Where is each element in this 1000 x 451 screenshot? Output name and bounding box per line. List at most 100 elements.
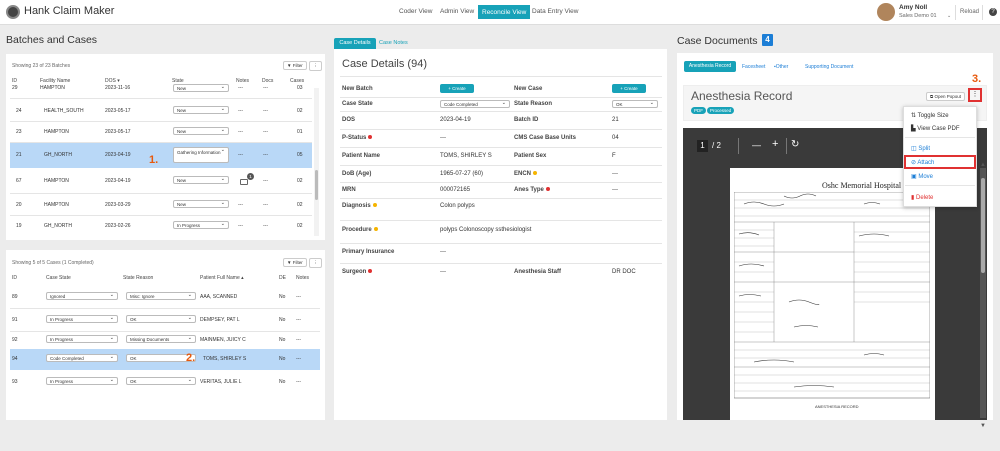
zoom-in-button[interactable]: + bbox=[772, 138, 778, 150]
menu-item-move[interactable]: ▣ Move bbox=[911, 173, 933, 180]
table-row[interactable]: 67 HAMPTON 2023-04-19 New 1 --- 02 bbox=[10, 169, 312, 193]
create-batch-button[interactable]: + Create bbox=[440, 84, 474, 93]
col-header-case-state[interactable]: Case State bbox=[46, 275, 71, 281]
tab-supporting-document[interactable]: Supporting Document bbox=[805, 64, 853, 70]
col-header-id[interactable]: ID bbox=[12, 275, 17, 281]
row-patient: AAA, SCANNED bbox=[200, 294, 238, 300]
state-reason-select[interactable]: OK bbox=[126, 315, 196, 323]
state-reason-select[interactable]: OK bbox=[126, 377, 196, 385]
nav-admin-view[interactable]: Admin View bbox=[440, 8, 474, 15]
menu-item-split[interactable]: ◫ Split bbox=[911, 145, 930, 152]
scroll-up-icon[interactable]: ▲ bbox=[980, 162, 986, 168]
state-reason-select[interactable]: Missing Documents bbox=[126, 335, 196, 343]
table-row[interactable]: 20 HAMPTON 2023-03-29 New --- --- 02 bbox=[10, 194, 312, 215]
cases-more-button[interactable]: ⋮ bbox=[309, 258, 322, 268]
state-select[interactable]: New bbox=[173, 127, 229, 135]
menu-item-attach[interactable]: ⊘ Attach bbox=[911, 159, 934, 166]
new-case-label: New Case bbox=[514, 86, 543, 92]
tab-anesthesia-record[interactable]: Anesthesia Record bbox=[684, 61, 736, 72]
menu-label: View Case PDF bbox=[917, 126, 960, 132]
tab-facesheet[interactable]: Facesheet bbox=[742, 64, 765, 70]
state-reason-label: State Reason bbox=[514, 101, 553, 107]
table-row[interactable]: 93 In Progress OK VERITAS, JULIE L No --… bbox=[10, 371, 320, 393]
menu-item-view-case-pdf[interactable]: ▙ View Case PDF bbox=[911, 125, 960, 132]
row-dos: 2023-04-19 bbox=[105, 152, 131, 158]
pdf-scrollbar-thumb[interactable] bbox=[981, 178, 985, 273]
open-popout-button[interactable]: ⧉ Open Popout bbox=[926, 92, 966, 101]
nav-coder-view[interactable]: Coder View bbox=[399, 8, 432, 15]
batches-scrollbar[interactable] bbox=[314, 88, 319, 236]
rotate-icon[interactable]: ↻ bbox=[791, 139, 799, 150]
state-select[interactable]: New bbox=[173, 176, 229, 184]
comment-icon[interactable] bbox=[240, 179, 248, 185]
dos-label: DOS bbox=[342, 117, 356, 123]
anes-type-label-text: Anes Type bbox=[514, 187, 544, 193]
col-header-patient-name[interactable]: Patient Full Name ▴ bbox=[200, 275, 244, 281]
case-state-select[interactable]: In Progress bbox=[46, 335, 118, 343]
row-patient: DEMPSEY, PAT L bbox=[200, 317, 240, 323]
batches-more-button[interactable]: ⋮ bbox=[309, 61, 322, 71]
row-de: No bbox=[279, 294, 286, 300]
table-row-selected[interactable]: 21 GH_NORTH 2023-04-19 Gathering Informa… bbox=[10, 143, 312, 168]
table-row[interactable]: 23 HAMPTON 2023-05-17 New --- --- 01 bbox=[10, 122, 312, 142]
divider bbox=[340, 165, 662, 166]
scroll-down-icon[interactable]: ▼ bbox=[980, 423, 986, 429]
state-select[interactable]: New bbox=[173, 106, 229, 114]
menu-item-delete[interactable]: ▮ Delete bbox=[911, 194, 933, 201]
required-dot-icon bbox=[368, 269, 373, 274]
nav-reconcile-view[interactable]: Reconcile View bbox=[478, 5, 531, 19]
document-title: Anesthesia Record bbox=[691, 89, 793, 103]
table-row[interactable]: 91 In Progress OK DEMPSEY, PAT L No --- bbox=[10, 309, 320, 331]
table-row-selected[interactable]: 94 Code Completed OK TOMS, SHIRLEY S No … bbox=[10, 349, 320, 370]
page-number-input[interactable]: 1 bbox=[697, 140, 708, 152]
table-row[interactable]: 92 In Progress Missing Documents MAINMEN… bbox=[10, 332, 320, 348]
procedure-value: polyps Colonoscopy ssthesiologist bbox=[440, 227, 532, 233]
table-row[interactable]: 89 Ignored Misc: Ignore AAA, SCANNED No … bbox=[10, 286, 320, 308]
document-more-button[interactable]: ⋮ bbox=[968, 88, 982, 102]
case-details-title: Case Details (94) bbox=[342, 58, 427, 70]
tab-other[interactable]: ▪Other bbox=[774, 64, 788, 70]
case-state-select[interactable]: Code Completed bbox=[440, 100, 510, 108]
table-row[interactable]: 19 GH_NORTH 2023-02-26 In Progress --- -… bbox=[10, 216, 312, 236]
chevron-down-icon[interactable]: ⌄ bbox=[947, 13, 951, 19]
zoom-out-button[interactable]: — bbox=[752, 140, 761, 150]
state-reason-select[interactable]: Misc: Ignore bbox=[126, 292, 196, 300]
table-row[interactable]: 29 HAMPTON 2023-11-16 New --- --- 03 bbox=[10, 84, 312, 98]
cases-filter-button[interactable]: ▼ Filter bbox=[283, 258, 307, 267]
col-header-notes[interactable]: Notes bbox=[296, 275, 309, 281]
help-icon[interactable]: ? bbox=[989, 8, 997, 16]
batches-filter-button[interactable]: ▼ Filter bbox=[283, 61, 307, 70]
state-select[interactable]: New bbox=[173, 200, 229, 208]
filter-label: Filter bbox=[292, 260, 303, 265]
menu-item-toggle-size[interactable]: ⇅ Toggle Size bbox=[911, 112, 949, 119]
new-batch-label: New Batch bbox=[342, 86, 373, 92]
menu-label: Delete bbox=[915, 195, 934, 201]
batches-scrollbar-thumb[interactable] bbox=[315, 170, 318, 200]
user-org[interactable]: Sales Demo 01 bbox=[899, 13, 937, 19]
row-facility: HAMPTON bbox=[44, 202, 69, 208]
notes-count-badge: 1 bbox=[247, 173, 254, 180]
case-state-select[interactable]: In Progress bbox=[46, 377, 118, 385]
case-state-select[interactable]: Code Completed bbox=[46, 354, 118, 362]
table-row[interactable]: 24 HEALTH_SOUTH 2023-05-17 New --- --- 0… bbox=[10, 99, 312, 121]
tab-case-details[interactable]: Case Details bbox=[334, 38, 376, 49]
state-reason-select[interactable]: OK bbox=[612, 100, 658, 108]
row-docs: --- bbox=[263, 152, 268, 158]
state-select[interactable]: New bbox=[173, 84, 229, 92]
reload-button[interactable]: Reload bbox=[960, 9, 979, 15]
nav-data-entry-view[interactable]: Data Entry View bbox=[532, 8, 578, 15]
mrn-value: 000072165 bbox=[440, 187, 471, 193]
divider bbox=[340, 243, 662, 244]
col-header-de[interactable]: DE bbox=[279, 275, 286, 281]
row-notes: --- bbox=[296, 317, 301, 323]
col-header-state-reason[interactable]: State Reason bbox=[123, 275, 153, 281]
avatar[interactable] bbox=[877, 3, 895, 21]
case-state-select[interactable]: In Progress bbox=[46, 315, 118, 323]
state-select[interactable]: In Progress bbox=[173, 221, 229, 229]
batch-id-value: 21 bbox=[612, 117, 619, 123]
row-id: 21 bbox=[16, 152, 22, 158]
case-state-select[interactable]: Ignored bbox=[46, 292, 118, 300]
tab-case-notes[interactable]: Case Notes bbox=[379, 40, 408, 46]
state-select[interactable]: Gathering Information bbox=[173, 147, 229, 163]
create-case-button[interactable]: + Create bbox=[612, 84, 646, 93]
